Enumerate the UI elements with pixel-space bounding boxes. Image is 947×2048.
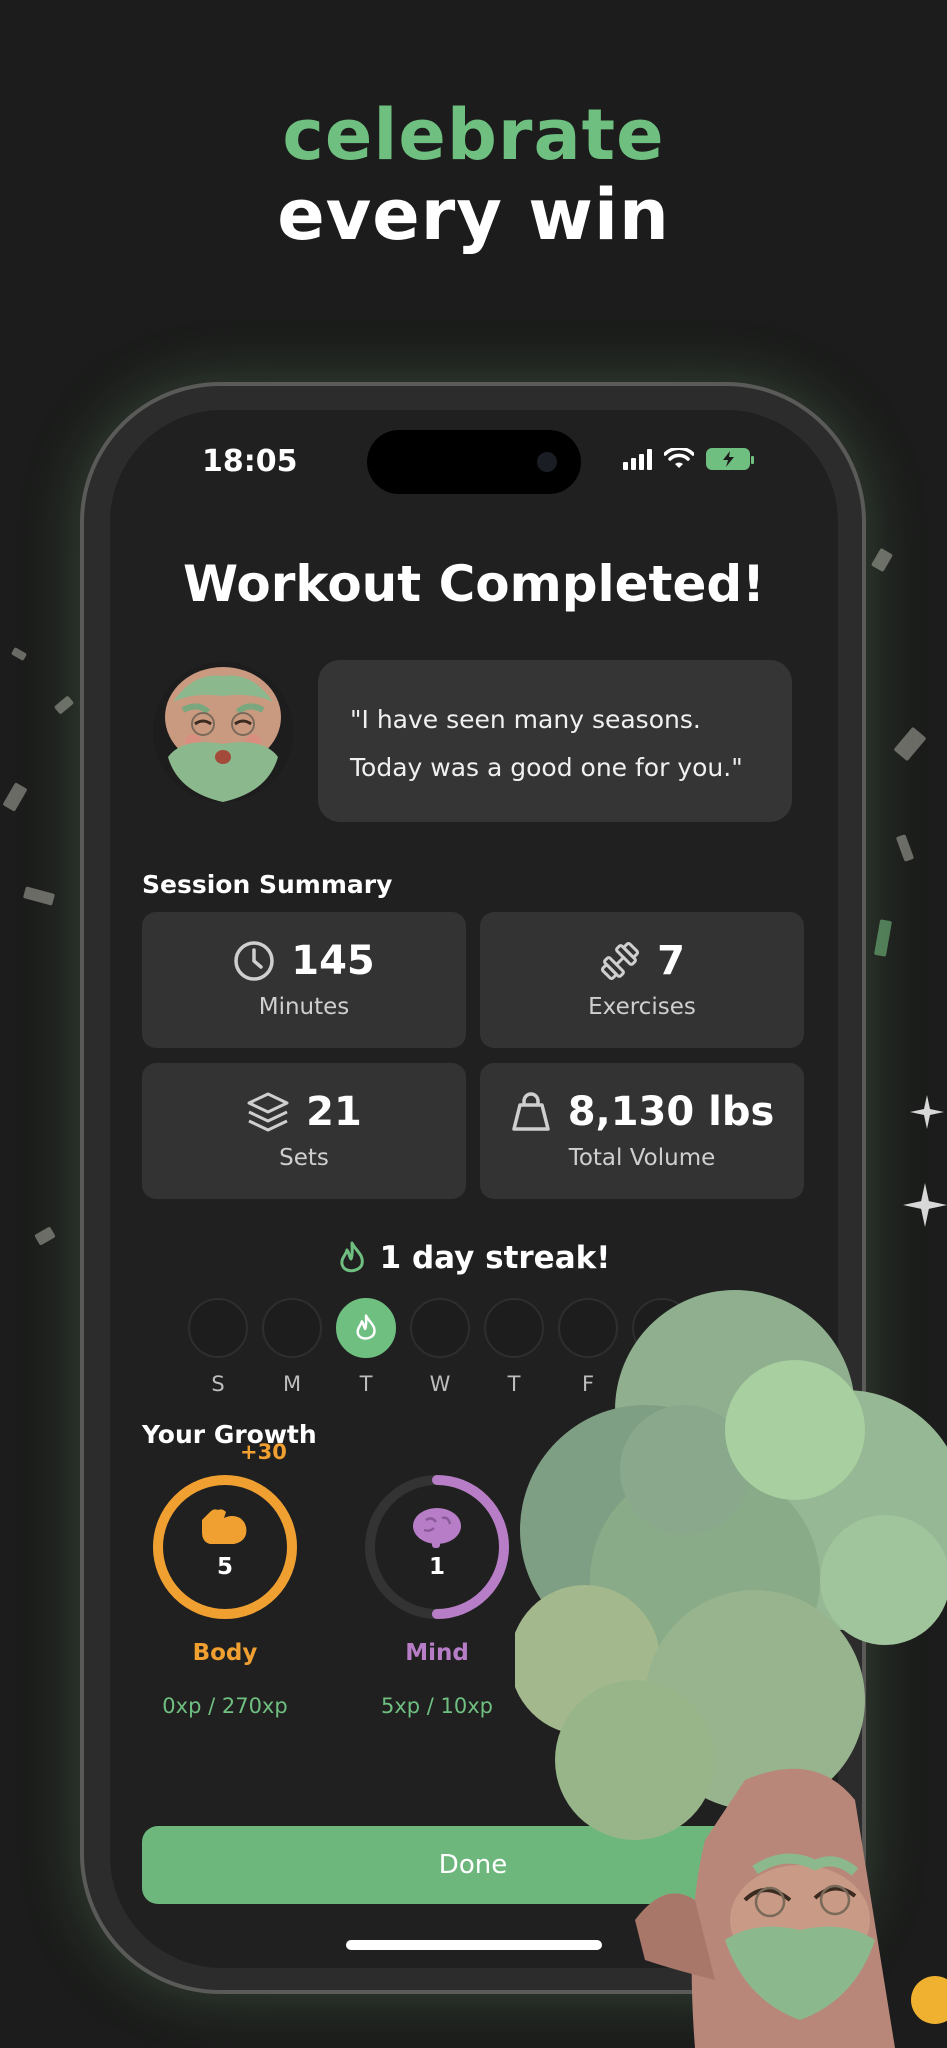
clock-icon — [234, 941, 274, 981]
streak-label: 1 day streak! — [379, 1240, 611, 1276]
session-summary-heading: Session Summary — [142, 870, 393, 899]
growth-body: 5 Body 0xp / 270xp — [150, 1472, 300, 1718]
streak-day: W — [410, 1298, 470, 1396]
stat-label: Minutes — [258, 994, 350, 1020]
confetti-piece — [2, 782, 28, 812]
confetti-piece — [22, 886, 56, 906]
sparkle-icon — [910, 1095, 944, 1129]
stat-label: Total Volume — [568, 1145, 716, 1171]
flame-icon — [339, 1241, 364, 1273]
stat-value: 8,130 lbs — [567, 1089, 775, 1135]
streak-day: M — [262, 1298, 322, 1396]
battery-charging-icon — [706, 448, 754, 470]
confetti-piece — [893, 726, 927, 762]
confetti-piece — [895, 834, 915, 862]
dynamic-island — [367, 430, 581, 494]
body-label: Body — [192, 1640, 258, 1666]
wifi-icon — [664, 448, 694, 468]
growth-mind: 1 Mind 5xp / 10xp — [362, 1472, 512, 1718]
confetti-piece — [53, 695, 75, 715]
hero-line-2: every win — [277, 174, 670, 256]
confetti-piece — [34, 1226, 56, 1246]
quote-line-2: Today was a good one for you." — [350, 753, 743, 782]
your-growth-heading: Your Growth — [142, 1420, 317, 1449]
dumbbell-icon — [601, 941, 640, 981]
body-progress-ring — [153, 1475, 297, 1619]
hero-line-1: celebrate — [282, 94, 665, 176]
camera-icon — [537, 452, 557, 472]
body-xp: 0xp / 270xp — [162, 1694, 288, 1718]
page-title: Workout Completed! — [183, 555, 765, 613]
stat-label: Sets — [279, 1145, 329, 1171]
mind-progress-ring — [365, 1475, 509, 1619]
streak-day-letter: M — [282, 1372, 302, 1396]
flexed-arm-icon — [202, 1509, 247, 1544]
stat-card-total-volume: 8,130 lbs Total Volume — [480, 1063, 804, 1199]
streak-day-circle — [188, 1298, 248, 1358]
elder-avatar — [153, 662, 293, 802]
stat-card-exercises: 7 Exercises — [480, 912, 804, 1048]
flame-icon — [356, 1314, 376, 1340]
mind-label: Mind — [405, 1640, 469, 1666]
kettlebell-icon — [511, 1092, 550, 1131]
streak-day: T — [336, 1298, 396, 1396]
streak-day-circle — [262, 1298, 322, 1358]
elder-face-icon — [153, 662, 293, 802]
quote-line-1: "I have seen many seasons. — [350, 705, 701, 734]
stat-card-minutes: 145 Minutes — [142, 912, 466, 1048]
stat-value: 21 — [306, 1089, 362, 1135]
status-time: 18:05 — [202, 444, 298, 479]
streak-day-letter: W — [429, 1372, 451, 1396]
streak-day-active-circle — [336, 1298, 396, 1358]
streak-day: S — [188, 1298, 248, 1396]
quote-bubble: "I have seen many seasons. Today was a g… — [318, 660, 792, 822]
xp-gain-badge: +30 — [240, 1440, 287, 1464]
stat-value: 145 — [291, 938, 375, 984]
cellular-signal-icon — [623, 448, 652, 470]
brain-icon — [413, 1508, 461, 1548]
stat-card-sets: 21 Sets — [142, 1063, 466, 1199]
body-level: 5 — [216, 1554, 233, 1580]
streak-day-circle — [410, 1298, 470, 1358]
mind-xp: 5xp / 10xp — [380, 1694, 494, 1718]
stat-value: 7 — [657, 938, 685, 984]
mind-level: 1 — [428, 1554, 445, 1580]
streak-day-letter: T — [359, 1372, 373, 1396]
streak-banner: 1 day streak! — [110, 1240, 838, 1276]
tree-mascot-illustration — [515, 1290, 947, 2048]
confetti-piece — [873, 919, 893, 957]
stat-label: Exercises — [588, 994, 696, 1020]
confetti-piece — [870, 547, 894, 573]
sparkle-icon — [903, 1183, 947, 1227]
streak-day-letter: S — [211, 1372, 225, 1396]
hero-headline: celebrate every win — [0, 95, 947, 255]
layers-icon — [247, 1092, 289, 1132]
confetti-piece — [10, 647, 28, 661]
status-icons — [623, 448, 754, 470]
